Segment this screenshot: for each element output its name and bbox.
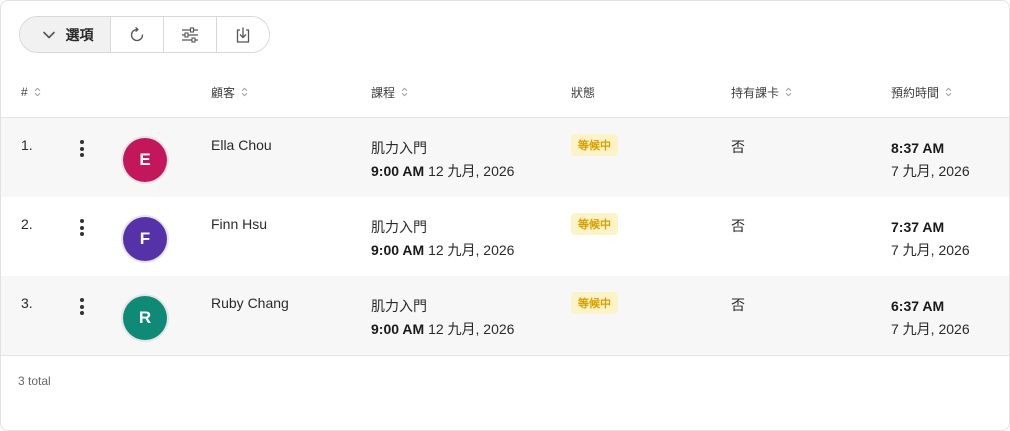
sort-icon [401, 87, 408, 97]
column-header-course[interactable]: 課程 [371, 84, 408, 100]
refresh-icon [130, 26, 144, 41]
options-label: 選項 [65, 26, 94, 43]
status-badge: 等候中 [571, 134, 618, 156]
booked-date: 7 九月, 2026 [891, 242, 970, 258]
course-cell: 肌力入門 9:00 AM 12 九月, 2026 [371, 295, 514, 341]
status-badge: 等候中 [571, 292, 618, 314]
sort-icon [785, 87, 792, 97]
has-card-value: 否 [731, 218, 745, 234]
column-header-booked-at[interactable]: 預約時間 [891, 84, 952, 100]
column-header-customer[interactable]: 顧客 [211, 84, 248, 100]
course-date: 12 九月, 2026 [428, 321, 515, 337]
refresh-button[interactable] [111, 17, 164, 52]
avatar-initial: F [123, 217, 167, 261]
course-cell: 肌力入門 9:00 AM 12 九月, 2026 [371, 137, 514, 183]
filter-settings-button[interactable] [164, 17, 217, 52]
avatar: E [121, 136, 169, 184]
toolbar: 選項 [19, 16, 270, 53]
more-actions-icon[interactable] [77, 140, 87, 160]
sort-icon [241, 87, 248, 97]
has-card-value: 否 [731, 297, 745, 313]
total-count: 3 total [18, 374, 51, 388]
column-header-booked-at-label: 預約時間 [891, 85, 940, 100]
column-header-course-label: 課程 [371, 85, 396, 100]
booked-date: 7 九月, 2026 [891, 163, 970, 179]
course-cell: 肌力入門 9:00 AM 12 九月, 2026 [371, 216, 514, 262]
sliders-icon [182, 26, 198, 43]
course-time: 9:00 AM [371, 163, 425, 179]
course-name: 肌力入門 [371, 298, 427, 314]
booked-time: 7:37 AM [891, 219, 945, 235]
footer-divider [1, 355, 1009, 356]
table-row[interactable]: 2. F Finn Hsu 肌力入門 9:00 AM 12 九月, 2026 等… [1, 197, 1009, 276]
course-date: 12 九月, 2026 [428, 242, 515, 258]
customer-name[interactable]: Ella Chou [211, 137, 272, 153]
sort-icon [34, 87, 41, 97]
table-row[interactable]: 3. R Ruby Chang 肌力入門 9:00 AM 12 九月, 2026… [1, 276, 1009, 355]
avatar-initial: E [123, 138, 167, 182]
avatar: R [121, 294, 169, 342]
column-header-index-label: # [21, 85, 28, 99]
table-row[interactable]: 1. E Ella Chou 肌力入門 9:00 AM 12 九月, 2026 … [1, 118, 1009, 197]
has-card-value: 否 [731, 139, 745, 155]
booked-at-cell: 7:37 AM 7 九月, 2026 [891, 216, 970, 262]
column-header-customer-label: 顧客 [211, 85, 236, 100]
booked-date: 7 九月, 2026 [891, 321, 970, 337]
sort-icon [945, 87, 952, 97]
options-button[interactable]: 選項 [20, 17, 111, 52]
course-name: 肌力入門 [371, 219, 427, 235]
booked-time: 6:37 AM [891, 298, 945, 314]
row-index: 1. [21, 137, 33, 153]
booked-at-cell: 6:37 AM 7 九月, 2026 [891, 295, 970, 341]
course-time: 9:00 AM [371, 321, 425, 337]
column-header-status-label: 狀態 [571, 85, 596, 100]
bookings-table-card: 選項 # 顧客 課程 狀態 持有課卡 預約時間 1. E Ella Chou 肌… [0, 0, 1010, 431]
column-header-card[interactable]: 持有課卡 [731, 84, 792, 100]
column-header-status: 狀態 [571, 84, 595, 100]
avatar-initial: R [123, 296, 167, 340]
booked-at-cell: 8:37 AM 7 九月, 2026 [891, 137, 970, 183]
download-button[interactable] [217, 17, 269, 52]
customer-name[interactable]: Ruby Chang [211, 295, 289, 311]
course-date: 12 九月, 2026 [428, 163, 515, 179]
status-badge: 等候中 [571, 213, 618, 235]
booked-time: 8:37 AM [891, 140, 945, 156]
course-time: 9:00 AM [371, 242, 425, 258]
customer-name[interactable]: Finn Hsu [211, 216, 267, 232]
row-index: 3. [21, 295, 33, 311]
more-actions-icon[interactable] [77, 298, 87, 318]
row-index: 2. [21, 216, 33, 232]
column-header-card-label: 持有課卡 [731, 85, 780, 100]
column-header-index[interactable]: # [21, 84, 41, 100]
avatar: F [121, 215, 169, 263]
download-icon [236, 27, 250, 43]
course-name: 肌力入門 [371, 140, 427, 156]
more-actions-icon[interactable] [77, 219, 87, 239]
chevron-down-icon [42, 31, 55, 38]
